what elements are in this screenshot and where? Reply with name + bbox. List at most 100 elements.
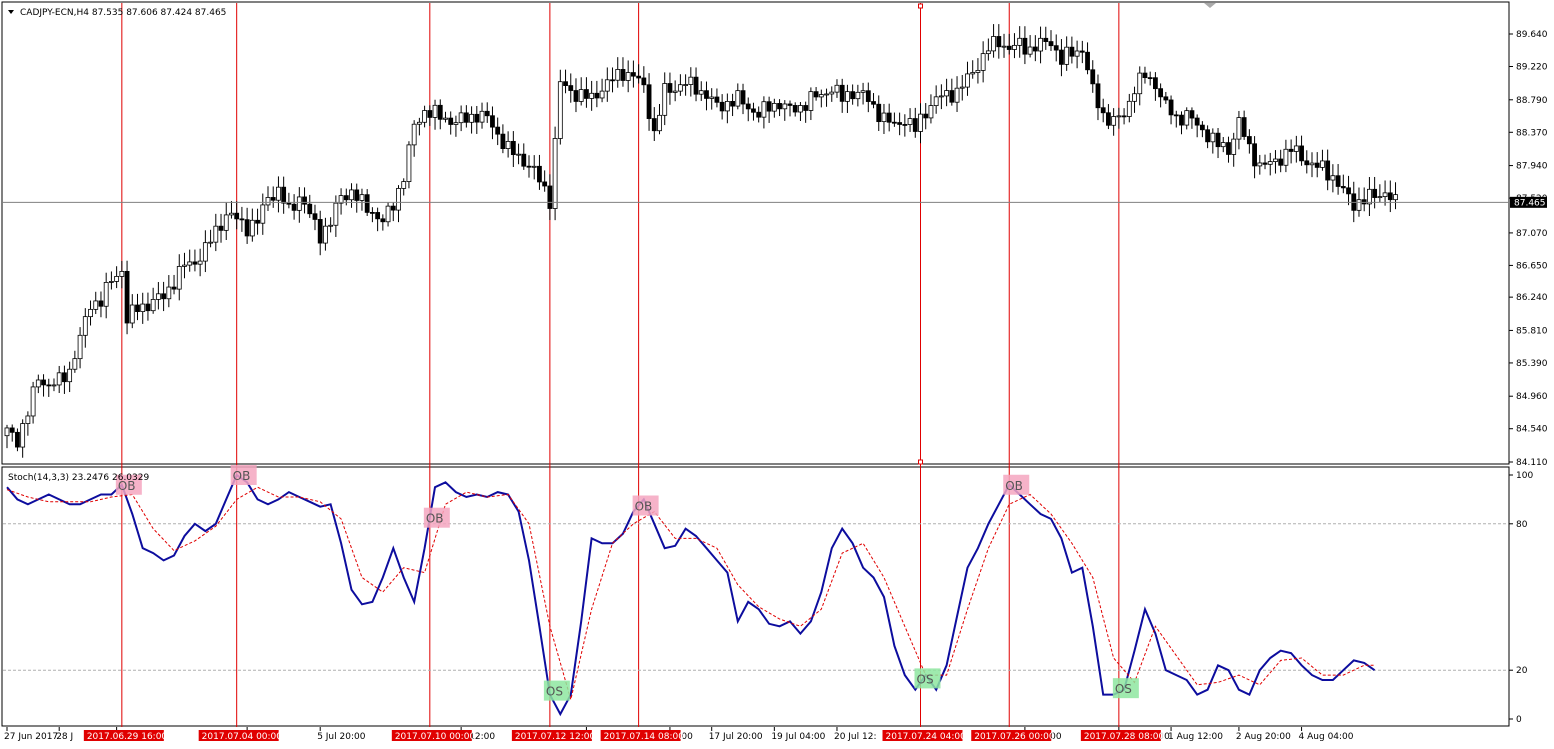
candle-body: [683, 84, 688, 86]
candle-body: [1367, 188, 1372, 205]
candle-body: [1106, 112, 1111, 126]
candle-body: [463, 112, 469, 123]
candle-body: [166, 286, 172, 300]
candle-body: [1027, 46, 1033, 55]
candle-body: [1309, 162, 1315, 166]
candle-body: [505, 140, 511, 149]
candle-body: [182, 264, 187, 267]
candle-body: [234, 212, 240, 220]
candle-body: [970, 72, 976, 75]
ob-badge: OB: [230, 465, 257, 485]
candle-body: [46, 384, 52, 387]
time-label: 5 Jul 20:00: [317, 732, 366, 742]
candle-body: [610, 79, 615, 82]
candle-body: [876, 103, 882, 123]
candle-body: [1226, 142, 1231, 155]
candle-body: [140, 303, 146, 312]
candle-body: [865, 90, 871, 102]
candle-body: [975, 70, 981, 73]
badge-label: OS: [917, 672, 934, 686]
time-label: 20 Jul 12:: [834, 732, 877, 742]
candle-body: [1267, 161, 1273, 165]
candle-body: [521, 153, 527, 167]
candle-body: [218, 225, 224, 231]
time-marker[interactable]: 2017.07.24 04:00: [882, 730, 967, 742]
candle-body: [1032, 46, 1038, 52]
candle-body: [20, 423, 26, 448]
candle-body: [213, 225, 219, 243]
time-label: 1 Aug 12:00: [1168, 732, 1223, 742]
time-marker[interactable]: 2017.07.14 08:00: [600, 730, 685, 742]
candle-body: [1100, 107, 1106, 114]
time-label: 19 Jul 04:00: [771, 732, 825, 742]
candle-body: [1314, 162, 1320, 168]
badge-label: OB: [1005, 479, 1023, 493]
price-tick-label: 88.370: [1516, 128, 1548, 138]
candle-body: [176, 266, 182, 290]
candle-body: [1132, 93, 1137, 102]
candle-body: [516, 153, 521, 156]
candle-body: [834, 84, 840, 93]
candle-body: [620, 69, 626, 81]
candle-body: [1090, 69, 1096, 85]
candle-body: [296, 196, 302, 211]
candle-body: [82, 316, 88, 336]
candle-body: [735, 90, 741, 107]
candle-body: [307, 203, 313, 215]
candle-body: [1048, 41, 1054, 47]
candle-body: [531, 165, 537, 168]
candle-body: [599, 90, 605, 99]
candle-body: [761, 101, 767, 118]
candle-body: [912, 118, 918, 132]
candle-body: [907, 118, 913, 125]
candle-body: [448, 117, 454, 125]
candle-body: [563, 81, 568, 86]
time-marker[interactable]: 2017.07.12 12:00: [511, 730, 596, 742]
candle-body: [510, 140, 516, 156]
candle-body: [239, 218, 245, 221]
candle-body: [30, 386, 36, 417]
time-marker[interactable]: 2017.07.04 00:00: [198, 730, 283, 742]
price-panel-frame: [1, 1, 1510, 465]
time-marker[interactable]: 2017.07.26 00:00: [971, 730, 1055, 742]
candle-body: [114, 276, 120, 282]
candle-body: [959, 86, 965, 89]
trading-chart[interactable]: OBOBOBOSOBOSOBOS 89.64089.22088.79088.37…: [0, 0, 1554, 749]
candle-body: [698, 90, 704, 95]
time-marker[interactable]: 2017.07.10 00:00: [391, 730, 476, 742]
line-handle[interactable]: [918, 459, 923, 465]
os-badge: OS: [543, 680, 570, 701]
candle-body: [933, 96, 939, 107]
candle-body: [1257, 162, 1263, 167]
candle-body: [954, 87, 960, 103]
candle-body: [119, 270, 125, 277]
candle-body: [625, 72, 631, 81]
candle-body: [923, 113, 929, 119]
time-marker[interactable]: 2017.06.29 16:00: [83, 730, 168, 742]
candle-body: [302, 196, 307, 205]
candle-body: [688, 76, 694, 85]
candle-body: [406, 144, 412, 182]
time-label: 28 J: [56, 732, 73, 742]
line-handle[interactable]: [918, 3, 923, 9]
candle-body: [714, 96, 720, 103]
candle-body: [745, 103, 751, 110]
candle-body: [557, 81, 563, 139]
candle-body: [396, 188, 401, 211]
candle-body: [41, 379, 46, 386]
candle-body: [542, 181, 548, 187]
candle-body: [15, 431, 20, 448]
candle-body: [343, 195, 349, 201]
candle-body: [109, 281, 114, 283]
candle-body: [928, 105, 934, 119]
candle-body: [223, 214, 229, 231]
candle-body: [1022, 37, 1028, 55]
candle-body: [129, 304, 135, 324]
time-marker-label: 2017.07.10 00:00: [395, 732, 476, 742]
candle-body: [495, 126, 501, 135]
candle-body: [766, 101, 772, 112]
time-marker[interactable]: 2017.07.28 08:00: [1080, 730, 1165, 742]
candle-body: [375, 212, 381, 220]
candle-body: [249, 219, 255, 237]
candle-body: [526, 165, 532, 168]
